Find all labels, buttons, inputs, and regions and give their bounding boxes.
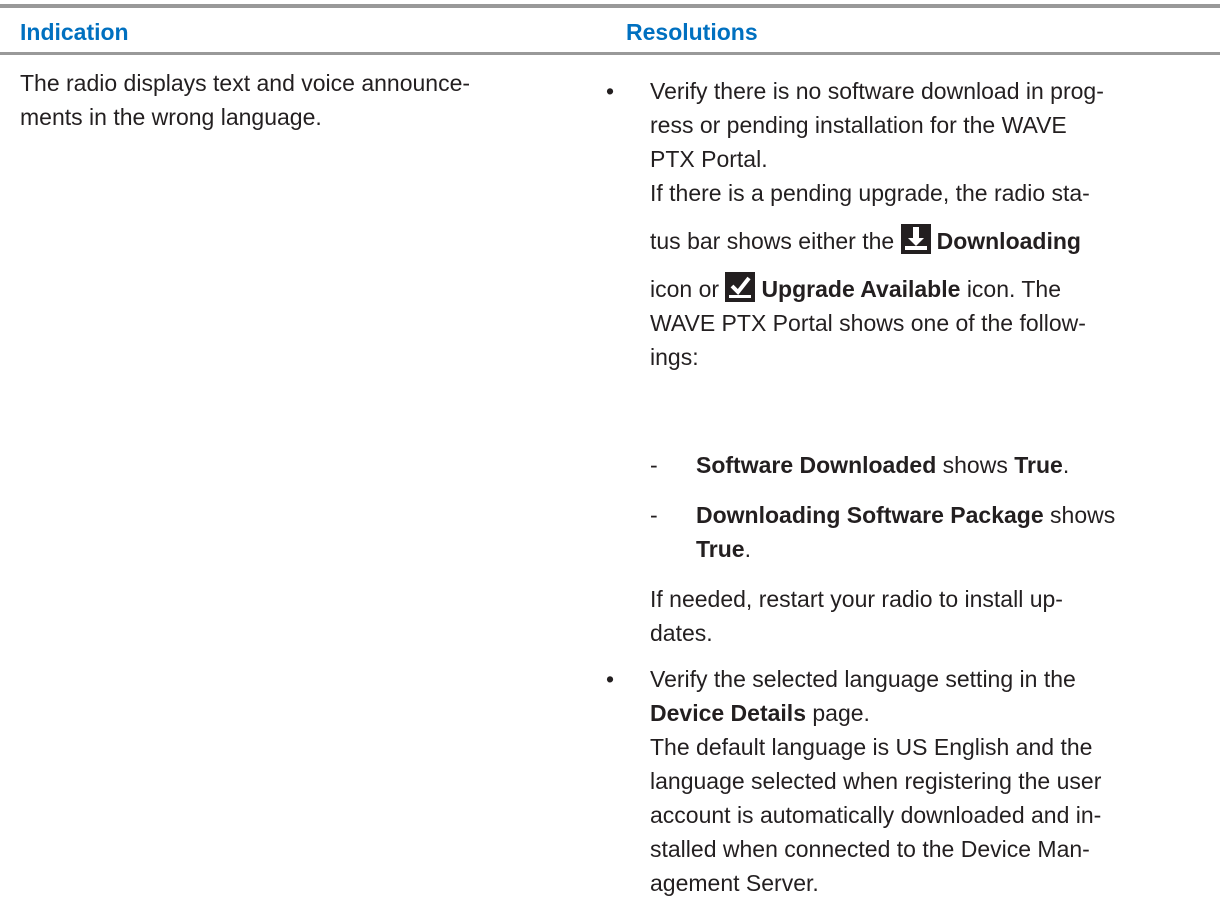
dash-1: - <box>650 452 658 478</box>
bullet-2: • <box>606 666 615 692</box>
res2-line-2: Device Details page. <box>650 696 1190 730</box>
res2-body-line-1: The default language is US English and t… <box>650 734 1093 760</box>
res2-body-line-3: account is automatically downloaded and … <box>650 802 1102 828</box>
item1-mid: shows <box>942 452 1008 478</box>
item2-bold: Downloading Software Package <box>696 502 1044 528</box>
indication-line-1: The radio displays text and voice announ… <box>20 70 471 96</box>
restart-line-2: dates. <box>650 620 713 646</box>
item1-value: True <box>1014 452 1063 478</box>
item2-value: True <box>696 536 745 562</box>
res1-icon-or: icon or <box>650 276 720 302</box>
res1-pending-para: If there is a pending upgrade, the radio… <box>650 176 1190 374</box>
bullet-1: • <box>606 78 615 104</box>
res2-line-2-suffix: page. <box>812 700 870 726</box>
res1-portal-line-2: ings: <box>650 344 699 370</box>
res1-intro: Verify there is no software download in … <box>650 74 1190 176</box>
res2-intro: Verify the selected language setting in … <box>650 662 1190 900</box>
header-indication: Indication <box>20 19 129 45</box>
res1-portal-line-1: WAVE PTX Portal shows one of the follow- <box>650 310 1086 336</box>
res1-status-line: tus bar shows either the Downloading <box>650 224 1190 258</box>
table-header: Indication Resolutions <box>0 8 1220 53</box>
res2-body-line-4: stalled when connected to the Device Man… <box>650 836 1090 862</box>
res2-body-line-2: language selected when registering the u… <box>650 768 1102 794</box>
item1-bold: Software Downloaded <box>696 452 937 478</box>
device-details-label: Device Details <box>650 700 806 726</box>
item2-mid: shows <box>1050 502 1116 528</box>
item1-period: . <box>1062 452 1070 478</box>
res1-icon-suffix: icon. The <box>966 276 1062 302</box>
header-rule <box>0 52 1220 55</box>
res1-restart: If needed, restart your radio to install… <box>650 582 1190 650</box>
item2-period: . <box>744 536 751 562</box>
upgrade-available-icon <box>725 272 756 302</box>
res1-icon-line: icon or Upgrade Available icon. The <box>650 272 1190 306</box>
res2-line-1: Verify the selected language setting in … <box>650 666 1076 692</box>
res1-pending-line-1: If there is a pending upgrade, the radio… <box>650 180 1090 206</box>
indication-line-2: ments in the wrong language. <box>20 104 322 130</box>
res1-item-1: Software Downloaded shows True. <box>696 448 1196 482</box>
res1-item-2: Downloading Software Package shows True. <box>696 498 1196 566</box>
header-resolutions: Resolutions <box>626 19 758 45</box>
res1-line-1: Verify there is no software download in … <box>650 78 1104 104</box>
res1-line-2: ress or pending installation for the WAV… <box>650 112 1067 138</box>
troubleshooting-table: Indication Resolutions The radio display… <box>0 0 1220 896</box>
res1-status-prefix: tus bar shows either the <box>650 228 895 254</box>
dash-2: - <box>650 502 658 528</box>
res1-line-3: PTX Portal. <box>650 146 768 172</box>
res2-body-line-5: agement Server. <box>650 870 819 896</box>
upgrade-available-label: Upgrade Available <box>761 276 961 302</box>
restart-line-1: If needed, restart your radio to install… <box>650 586 1063 612</box>
indication-cell: The radio displays text and voice announ… <box>20 66 580 134</box>
downloading-icon <box>900 224 931 254</box>
downloading-label: Downloading <box>936 228 1081 254</box>
